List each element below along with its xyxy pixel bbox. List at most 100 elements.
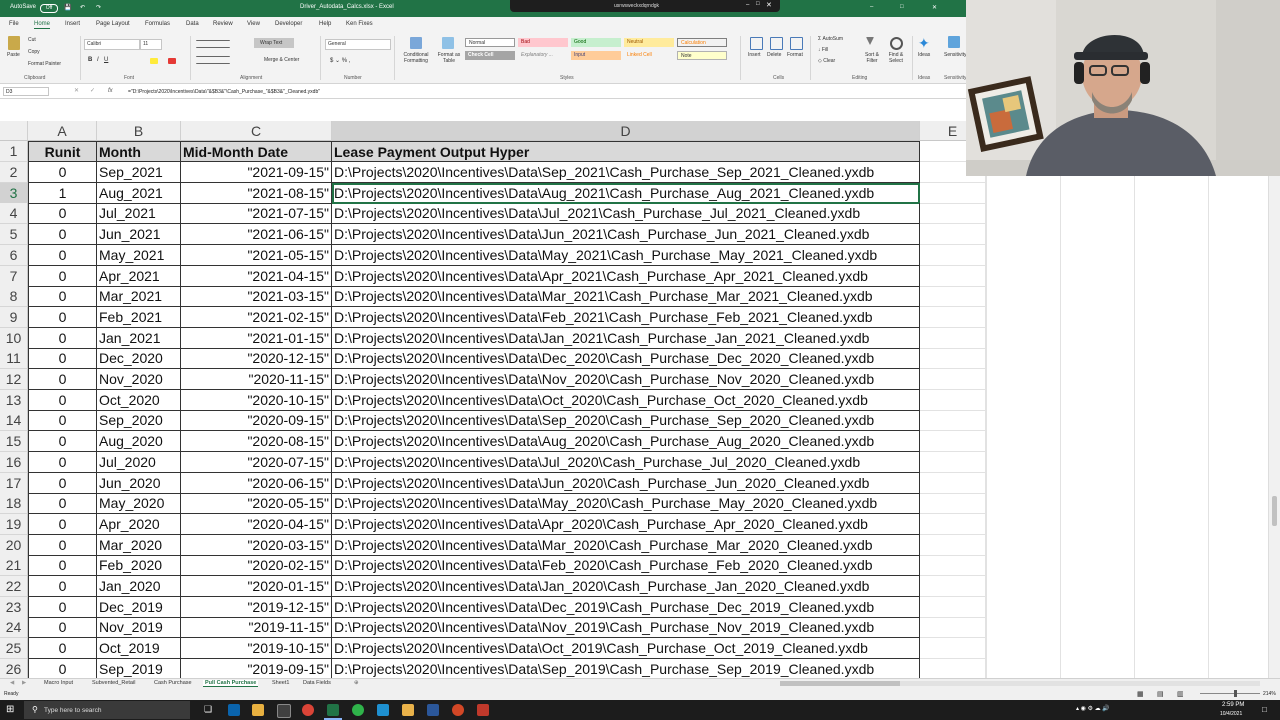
conditional-formatting-button[interactable]: Conditional Formatting bbox=[398, 52, 434, 64]
horizontal-scrollbar-thumb[interactable] bbox=[780, 681, 900, 686]
cell-runit[interactable]: 0 bbox=[28, 245, 97, 266]
formula-input[interactable]: ="D:\Projects\2020\Incentives\Data\"&$B3… bbox=[128, 89, 320, 95]
align-top-icon[interactable] bbox=[196, 40, 230, 48]
cell-mid-month-date[interactable]: "2019-12-15" bbox=[181, 597, 332, 618]
folder-icon[interactable] bbox=[402, 704, 414, 716]
cell-runit[interactable]: 0 bbox=[28, 535, 97, 556]
row-header[interactable]: 19 bbox=[0, 514, 28, 535]
row-header[interactable]: 5 bbox=[0, 224, 28, 245]
delete-cells-icon[interactable] bbox=[770, 37, 783, 50]
tab-review[interactable]: Review bbox=[213, 21, 233, 27]
cell-mid-month-date[interactable]: "2020-12-15" bbox=[181, 348, 332, 369]
empty-cell[interactable] bbox=[920, 328, 986, 349]
empty-cell[interactable] bbox=[920, 348, 986, 369]
normal-view-icon[interactable]: ▦ bbox=[1137, 690, 1144, 698]
cell-mid-month-date[interactable]: "2021-03-15" bbox=[181, 286, 332, 307]
cell-mid-month-date[interactable]: "2020-01-15" bbox=[181, 576, 332, 597]
cell-mid-month-date[interactable]: "2021-09-15" bbox=[181, 162, 332, 183]
style-input[interactable]: Input bbox=[571, 51, 621, 60]
row-header[interactable]: 18 bbox=[0, 493, 28, 514]
page-layout-view-icon[interactable]: ▤ bbox=[1157, 690, 1164, 698]
empty-cell[interactable] bbox=[920, 576, 986, 597]
scroll-tabs-left-icon[interactable]: ◀ bbox=[10, 680, 14, 686]
cell-output-path[interactable]: D:\Projects\2020\Incentives\Data\Jan_202… bbox=[332, 328, 920, 349]
empty-cell[interactable] bbox=[920, 390, 986, 411]
task-view-icon[interactable]: ❏ bbox=[204, 704, 212, 715]
cell-output-path[interactable]: D:\Projects\2020\Incentives\Data\May_202… bbox=[332, 245, 920, 266]
cell-output-path[interactable]: D:\Projects\2020\Incentives\Data\Jul_202… bbox=[332, 203, 920, 224]
cell-runit[interactable]: 0 bbox=[28, 286, 97, 307]
cancel-icon[interactable]: ✕ bbox=[74, 87, 79, 94]
restore-icon[interactable]: □ bbox=[900, 4, 904, 10]
cell-mid-month-date[interactable]: "2019-11-15" bbox=[181, 617, 332, 638]
cell-output-path[interactable]: D:\Projects\2020\Incentives\Data\Dec_201… bbox=[332, 597, 920, 618]
cell-runit[interactable]: 0 bbox=[28, 369, 97, 390]
sort-filter-icon[interactable] bbox=[866, 37, 874, 45]
paste-button[interactable]: Paste bbox=[7, 52, 20, 58]
style-normal[interactable]: Normal bbox=[465, 38, 515, 47]
row-header[interactable]: 10 bbox=[0, 328, 28, 349]
row-header[interactable]: 6 bbox=[0, 245, 28, 266]
empty-cell[interactable] bbox=[920, 597, 986, 618]
cell-mid-month-date[interactable]: "2020-06-15" bbox=[181, 473, 332, 494]
cell-mid-month-date[interactable]: "2020-02-15" bbox=[181, 555, 332, 576]
cell-mid-month-date[interactable]: "2020-07-15" bbox=[181, 452, 332, 473]
style-linked-cell[interactable]: Linked Cell bbox=[624, 51, 674, 60]
empty-cell[interactable] bbox=[920, 286, 986, 307]
cell-month[interactable]: Dec_2019 bbox=[97, 597, 181, 618]
taskbar-time[interactable]: 2:59 PM bbox=[1222, 702, 1244, 708]
outlook-icon[interactable] bbox=[228, 704, 240, 716]
tab-page-layout[interactable]: Page Layout bbox=[96, 21, 130, 27]
cell-mid-month-date[interactable]: "2020-05-15" bbox=[181, 493, 332, 514]
cell-month[interactable]: Sep_2020 bbox=[97, 410, 181, 431]
cell-mid-month-date[interactable]: "2021-07-15" bbox=[181, 203, 332, 224]
italic-button[interactable]: I bbox=[97, 57, 99, 63]
style-explanatory[interactable]: Explanatory ... bbox=[518, 51, 568, 60]
empty-cell[interactable] bbox=[920, 266, 986, 287]
cell-output-path[interactable]: D:\Projects\2020\Incentives\Data\Oct_202… bbox=[332, 390, 920, 411]
empty-cell[interactable] bbox=[920, 410, 986, 431]
cell-month[interactable]: Aug_2020 bbox=[97, 431, 181, 452]
cell-mid-month-date[interactable]: "2021-04-15" bbox=[181, 266, 332, 287]
sheet-tab-data-fields[interactable]: Data Fields bbox=[303, 680, 331, 686]
row-header[interactable]: 15 bbox=[0, 431, 28, 452]
name-box[interactable]: D3 bbox=[3, 87, 49, 96]
cell-month[interactable]: Jul_2020 bbox=[97, 452, 181, 473]
column-header-c[interactable]: C bbox=[181, 121, 332, 141]
format-painter-button[interactable]: Format Painter bbox=[28, 61, 61, 67]
cell-mid-month-date[interactable]: "2020-10-15" bbox=[181, 390, 332, 411]
row-header[interactable]: 16 bbox=[0, 452, 28, 473]
enter-icon[interactable]: ✓ bbox=[90, 87, 95, 94]
remote-close-icon[interactable]: ✕ bbox=[766, 1, 772, 9]
remote-minimize-icon[interactable]: – bbox=[746, 2, 749, 8]
cell-month[interactable]: Mar_2020 bbox=[97, 535, 181, 556]
cell-output-path[interactable]: D:\Projects\2020\Incentives\Data\Oct_201… bbox=[332, 638, 920, 659]
cell-output-path[interactable]: D:\Projects\2020\Incentives\Data\Jan_202… bbox=[332, 576, 920, 597]
zoom-slider[interactable] bbox=[1200, 690, 1260, 697]
taskbar-date[interactable]: 10/4/2021 bbox=[1220, 711, 1242, 717]
redo-icon[interactable]: ↷ bbox=[96, 4, 101, 11]
empty-cell[interactable] bbox=[920, 493, 986, 514]
copy-button[interactable]: Copy bbox=[28, 49, 40, 55]
row-header[interactable]: 11 bbox=[0, 348, 28, 369]
cell-output-path[interactable]: D:\Projects\2020\Incentives\Data\May_202… bbox=[332, 493, 920, 514]
align-left-icon[interactable] bbox=[196, 56, 230, 64]
cell-output-path[interactable]: D:\Projects\2020\Incentives\Data\Sep_202… bbox=[332, 162, 920, 183]
header-cell-runit[interactable]: Runit bbox=[28, 141, 97, 162]
empty-cell[interactable] bbox=[920, 431, 986, 452]
cell-mid-month-date[interactable]: "2020-11-15" bbox=[181, 369, 332, 390]
paste-icon[interactable] bbox=[8, 36, 20, 50]
cell-runit[interactable]: 0 bbox=[28, 493, 97, 514]
cell-runit[interactable]: 0 bbox=[28, 514, 97, 535]
ideas-button[interactable]: Ideas bbox=[918, 52, 930, 58]
empty-cell[interactable] bbox=[920, 617, 986, 638]
cell-mid-month-date[interactable]: "2019-09-15" bbox=[181, 659, 332, 678]
row-header[interactable]: 24 bbox=[0, 617, 28, 638]
merge-center-button[interactable]: Merge & Center bbox=[264, 57, 299, 63]
remote-restore-icon[interactable]: □ bbox=[756, 1, 760, 7]
empty-cell[interactable] bbox=[920, 638, 986, 659]
cell-runit[interactable]: 0 bbox=[28, 597, 97, 618]
font-color-icon[interactable] bbox=[168, 58, 176, 64]
zoom-slider-handle[interactable] bbox=[1234, 690, 1237, 697]
cell-runit[interactable]: 0 bbox=[28, 266, 97, 287]
